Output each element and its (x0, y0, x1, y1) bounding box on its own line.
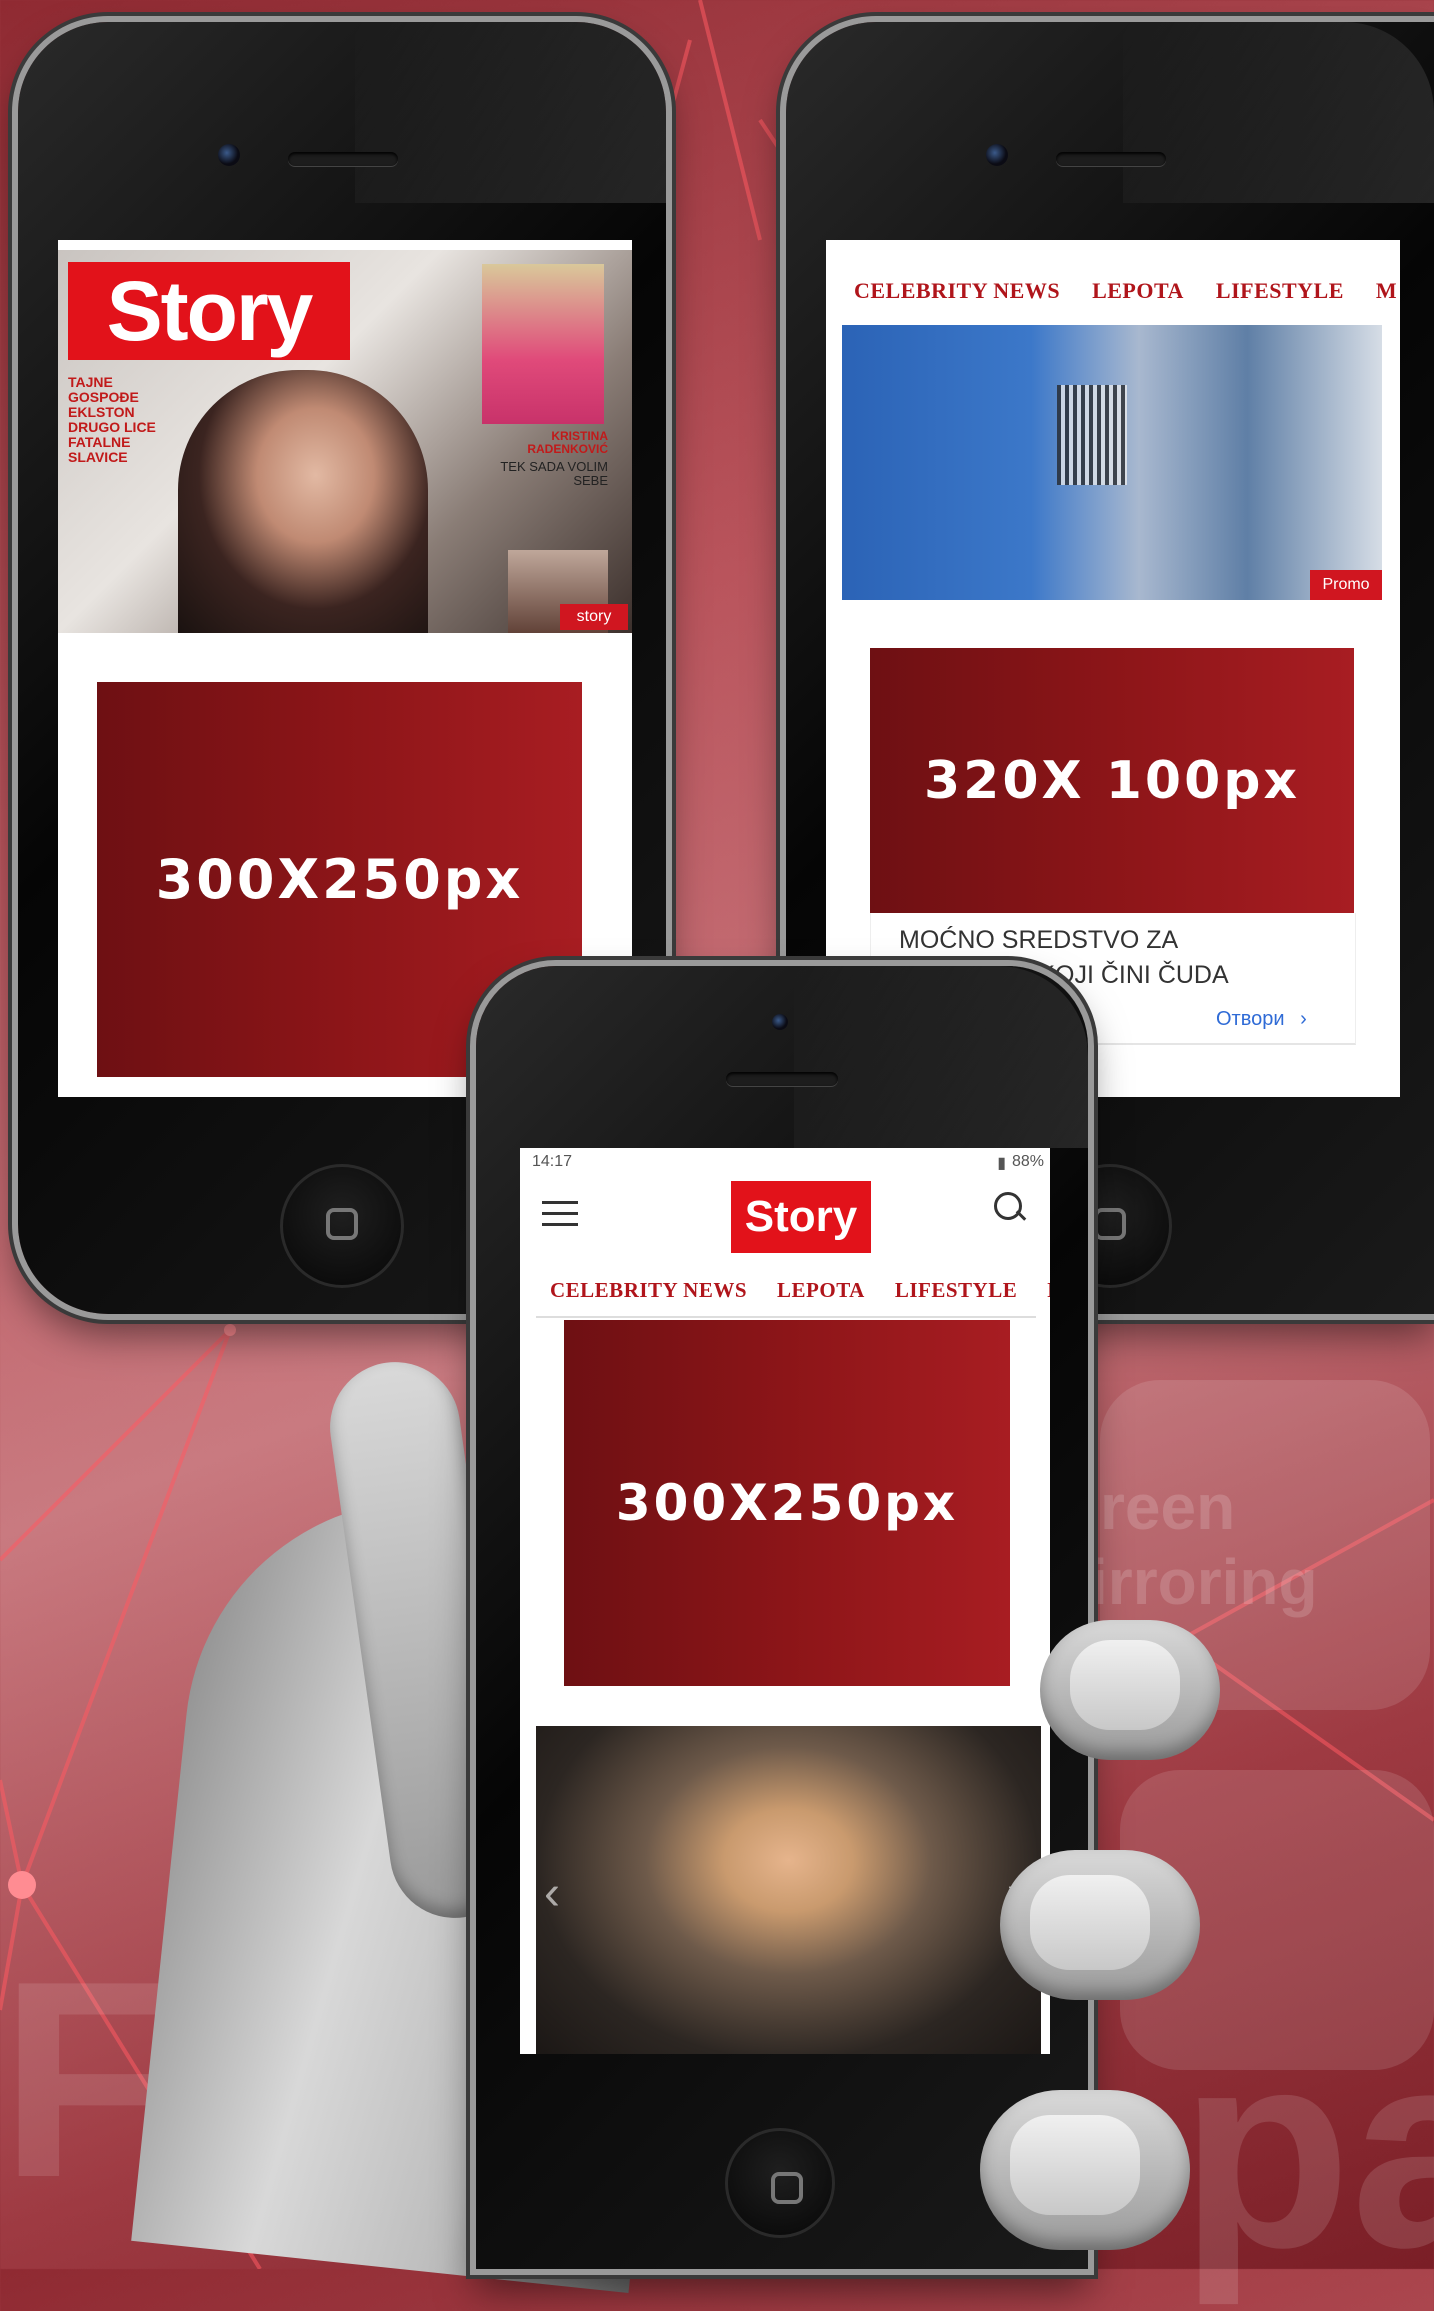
photo-carousel[interactable]: ‹ › (536, 1726, 1041, 2054)
status-battery: 88% (1011, 1153, 1044, 1170)
cover-inset-photo (482, 264, 604, 424)
hand-finger (980, 2090, 1190, 2250)
front-camera (986, 144, 1008, 166)
ad-placeholder-300x250[interactable]: 300X250px (564, 1320, 1010, 1686)
category-nav: CELEBRITY NEWS LEPOTA LIFESTYLE M (550, 1278, 1050, 1303)
nav-item-celebrity-news[interactable]: CELEBRITY NEWS (550, 1278, 747, 1303)
cover-coverline-right-name: KRISTINA RADENKOVIĆ (527, 429, 608, 456)
category-nav: CELEBRITY NEWS LEPOTA LIFESTYLE M (854, 278, 1400, 304)
cover-portrait (178, 370, 428, 633)
earpiece-speaker (288, 152, 398, 166)
cover-coverline-right-text: TEK SADA VOLIM SEBE (500, 459, 608, 488)
phone-gloss (1122, 22, 1434, 203)
background-word: pa (1180, 1994, 1434, 2306)
menu-icon[interactable] (542, 1201, 578, 1227)
finger-nail (1010, 2115, 1140, 2215)
phone-gloss (354, 22, 666, 203)
battery-icon: ▮ (997, 1155, 1006, 1172)
nav-item-lepota[interactable]: LEPOTA (1092, 278, 1184, 304)
open-link-label: Отвори (1216, 1008, 1285, 1030)
front-camera (218, 144, 240, 166)
nav-item-lifestyle[interactable]: LIFESTYLE (895, 1278, 1017, 1303)
earpiece-speaker (726, 1072, 838, 1086)
nav-item-more[interactable]: M (1047, 1278, 1050, 1303)
front-camera (772, 1014, 788, 1030)
home-button[interactable] (725, 2128, 835, 2238)
site-logo[interactable]: Story (731, 1181, 871, 1253)
nav-item-celebrity-news[interactable]: CELEBRITY NEWS (854, 278, 1060, 304)
phone-gloss (794, 966, 1088, 1149)
finger-nail (1030, 1875, 1150, 1970)
chevron-right-icon: › (1300, 1008, 1307, 1030)
nav-item-more[interactable]: M (1376, 278, 1397, 304)
qr-code-graphic (1057, 385, 1127, 485)
nav-divider (536, 1316, 1036, 1318)
hand-finger (1000, 1850, 1200, 2000)
cover-story-badge: story (560, 604, 628, 630)
background-word: irroring (1090, 1546, 1318, 1618)
status-bar: 14:17 ▮ 88% (520, 1148, 1050, 1178)
cover-coverline-left: TAJNE GOSPOĐE EKLSTON DRUGO LICE FATALNE… (68, 374, 156, 465)
article-image[interactable]: Promo (842, 325, 1382, 600)
home-button[interactable] (280, 1164, 404, 1288)
background-word: reen (1100, 1471, 1236, 1543)
search-icon[interactable] (994, 1192, 1027, 1224)
status-time: 14:17 (532, 1153, 573, 1170)
open-link[interactable]: Отвори › (1216, 1008, 1307, 1031)
ad-placeholder-320x100[interactable]: 320X 100px (870, 648, 1354, 913)
center-phone: 14:17 ▮ 88% Story CELEBRITY NEWS LEPOTA … (476, 966, 1088, 2269)
carousel-prev-icon[interactable]: ‹ (544, 1866, 560, 1921)
nav-item-lepota[interactable]: LEPOTA (777, 1278, 865, 1303)
finger-nail (1070, 1640, 1180, 1730)
nav-item-lifestyle[interactable]: LIFESTYLE (1216, 278, 1344, 304)
magazine-cover[interactable]: Story TAJNE GOSPOĐE EKLSTON DRUGO LICE F… (58, 250, 632, 633)
hand-finger (1040, 1620, 1220, 1760)
magazine-logo: Story (68, 262, 350, 360)
center-phone-screen: 14:17 ▮ 88% Story CELEBRITY NEWS LEPOTA … (520, 1148, 1050, 2054)
earpiece-speaker (1056, 152, 1166, 166)
promo-badge: Promo (1310, 570, 1382, 600)
